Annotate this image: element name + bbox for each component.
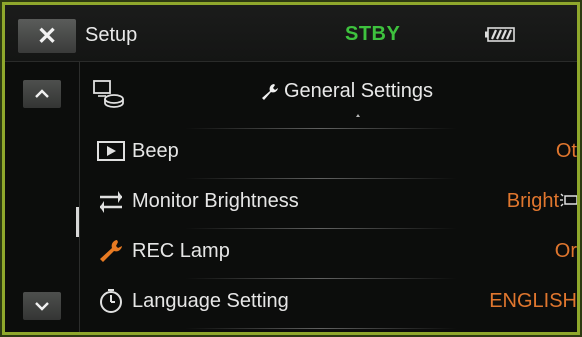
setup-screen: ✕ Setup STBY General Settings Beep Ot Mo… [2,2,580,335]
standby-status: STBY [345,23,401,45]
settings-row-language-setting[interactable]: Language Setting ENGLISH [80,276,577,326]
close-button[interactable]: ✕ [18,19,76,53]
brightness-icon [560,193,577,206]
swap-arrows-icon [100,191,122,213]
row-value: Ot [555,139,577,162]
section-title-label: General Settings [284,80,433,102]
row-value: ENGLISH [489,289,577,312]
row-label: Beep [132,139,179,162]
scroll-up-button[interactable] [23,80,61,108]
row-label: Monitor Brightness [132,189,299,212]
wrench-icon [262,83,278,100]
row-value: Or [554,239,577,262]
scroll-rail [5,62,80,332]
play-box-icon [97,141,125,161]
scroll-down-button[interactable] [23,292,61,320]
row-value: Bright [507,190,577,213]
settings-row-beep[interactable]: Beep Ot [80,126,577,176]
chevron-up-icon [35,89,49,98]
settings-list: General Settings Beep Ot Monitor Brightn… [80,62,577,332]
more-above-indicator [356,114,360,117]
row-divider [185,328,457,329]
scrollbar-thumb[interactable] [76,207,79,237]
timer-icon [100,289,122,313]
chevron-down-icon [35,302,49,311]
settings-row-monitor-brightness[interactable]: Monitor Brightness Bright [80,176,577,226]
header-title: Setup [85,24,138,46]
close-icon: ✕ [36,22,58,50]
settings-row-rec-lamp[interactable]: REC Lamp Or [80,226,577,276]
wrench-icon [100,240,122,262]
row-label: REC Lamp [132,239,230,262]
more-below-indicator [356,333,360,335]
battery-icon [485,27,515,42]
header-bar: ✕ Setup STBY [5,5,577,62]
row-label: Language Setting [132,289,289,312]
section-title: General Settings [260,80,433,103]
settings-category-icon[interactable] [92,79,126,109]
